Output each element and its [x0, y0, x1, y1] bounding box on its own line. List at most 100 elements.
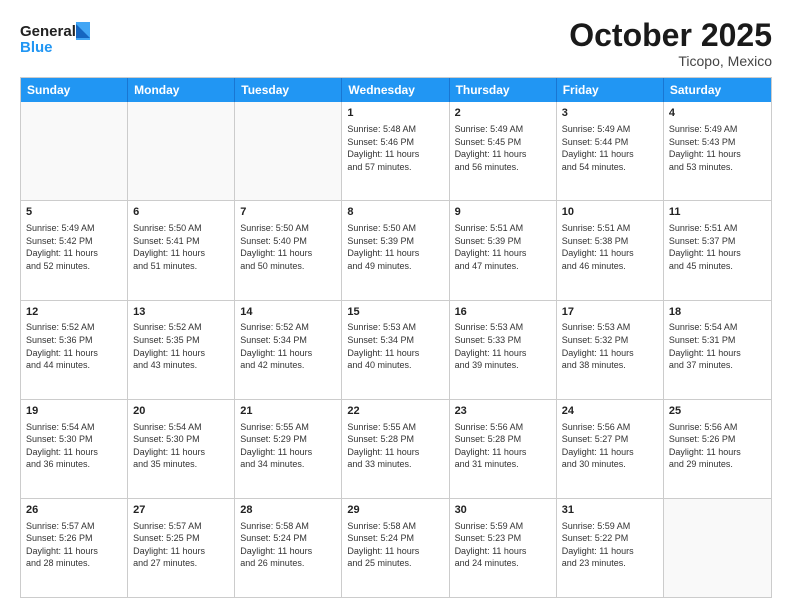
calendar-cell: 15Sunrise: 5:53 AMSunset: 5:34 PMDayligh… — [342, 301, 449, 399]
calendar-cell: 6 Sunrise: 5:50 AMSunset: 5:41 PMDaylight… — [128, 201, 235, 299]
header-day-wednesday: Wednesday — [342, 78, 449, 102]
day-number: 28 — [240, 503, 336, 518]
calendar-cell: 26 Sunrise: 5:57 AMSunset: 5:26 PMDayligh… — [21, 499, 128, 597]
day-info: Sunrise: 5:55 AMSunset: 5:28 PMDaylight:… — [347, 421, 443, 471]
calendar-header: SundayMondayTuesdayWednesdayThursdayFrid… — [21, 78, 771, 102]
day-number: 23 — [455, 404, 551, 419]
calendar-cell: 3 Sunrise: 5:49 AMSunset: 5:44 PMDaylight… — [557, 102, 664, 200]
day-number: 18 — [669, 305, 766, 320]
day-info: Sunrise: 5:51 AMSunset: 5:38 PMDaylight:… — [562, 222, 658, 272]
calendar-cell: 24 Sunrise: 5:56 AMSunset: 5:27 PMDayligh… — [557, 400, 664, 498]
day-number: 14 — [240, 305, 336, 320]
day-info: Sunrise: 5:49 AMSunset: 5:44 PMDaylight:… — [562, 123, 658, 173]
day-number: 15 — [347, 305, 443, 320]
day-number: 7 — [240, 205, 336, 220]
day-info: Sunrise: 5:52 AMSunset: 5:35 PMDaylight:… — [133, 321, 229, 371]
day-number: 8 — [347, 205, 443, 220]
day-number: 4 — [669, 106, 766, 121]
calendar-cell: 13Sunrise: 5:52 AMSunset: 5:35 PMDayligh… — [128, 301, 235, 399]
day-info: Sunrise: 5:59 AMSunset: 5:23 PMDaylight:… — [455, 520, 551, 570]
calendar-cell: 28Sunrise: 5:58 AMSunset: 5:24 PMDayligh… — [235, 499, 342, 597]
calendar-cell: 16Sunrise: 5:53 AMSunset: 5:33 PMDayligh… — [450, 301, 557, 399]
calendar-cell: 20Sunrise: 5:54 AMSunset: 5:30 PMDayligh… — [128, 400, 235, 498]
day-info: Sunrise: 5:50 AMSunset: 5:39 PMDaylight:… — [347, 222, 443, 272]
calendar-body: 1Sunrise: 5:48 AMSunset: 5:46 PMDaylight… — [21, 102, 771, 597]
calendar-week-5: 26 Sunrise: 5:57 AMSunset: 5:26 PMDayligh… — [21, 498, 771, 597]
calendar-cell: 2 Sunrise: 5:49 AMSunset: 5:45 PMDaylight… — [450, 102, 557, 200]
header-day-monday: Monday — [128, 78, 235, 102]
day-info: Sunrise: 5:52 AMSunset: 5:34 PMDaylight:… — [240, 321, 336, 371]
day-info: Sunrise: 5:51 AMSunset: 5:37 PMDaylight:… — [669, 222, 766, 272]
day-number: 9 — [455, 205, 551, 220]
day-info: Sunrise: 5:54 AMSunset: 5:31 PMDaylight:… — [669, 321, 766, 371]
month-title: October 2025 — [569, 18, 772, 53]
day-info: Sunrise: 5:51 AMSunset: 5:39 PMDaylight:… — [455, 222, 551, 272]
calendar-cell: 31 Sunrise: 5:59 AMSunset: 5:22 PMDayligh… — [557, 499, 664, 597]
calendar-cell: 11Sunrise: 5:51 AMSunset: 5:37 PMDayligh… — [664, 201, 771, 299]
svg-text:Blue: Blue — [20, 39, 53, 56]
calendar-cell: 19 Sunrise: 5:54 AMSunset: 5:30 PMDayligh… — [21, 400, 128, 498]
calendar-cell: 18Sunrise: 5:54 AMSunset: 5:31 PMDayligh… — [664, 301, 771, 399]
header-day-saturday: Saturday — [664, 78, 771, 102]
header: General Blue October 2025 Ticopo, Mexico — [20, 18, 772, 69]
day-info: Sunrise: 5:49 AMSunset: 5:42 PMDaylight:… — [26, 222, 122, 272]
day-info: Sunrise: 5:53 AMSunset: 5:34 PMDaylight:… — [347, 321, 443, 371]
day-number: 24 — [562, 404, 658, 419]
day-number: 3 — [562, 106, 658, 121]
calendar-cell: 29 Sunrise: 5:58 AMSunset: 5:24 PMDayligh… — [342, 499, 449, 597]
calendar-week-1: 1Sunrise: 5:48 AMSunset: 5:46 PMDaylight… — [21, 102, 771, 200]
calendar-cell: 22Sunrise: 5:55 AMSunset: 5:28 PMDayligh… — [342, 400, 449, 498]
calendar-cell: 8 Sunrise: 5:50 AMSunset: 5:39 PMDaylight… — [342, 201, 449, 299]
day-info: Sunrise: 5:52 AMSunset: 5:36 PMDaylight:… — [26, 321, 122, 371]
day-info: Sunrise: 5:56 AMSunset: 5:27 PMDaylight:… — [562, 421, 658, 471]
calendar-cell: 12Sunrise: 5:52 AMSunset: 5:36 PMDayligh… — [21, 301, 128, 399]
day-info: Sunrise: 5:58 AMSunset: 5:24 PMDaylight:… — [347, 520, 443, 570]
calendar-cell: 17Sunrise: 5:53 AMSunset: 5:32 PMDayligh… — [557, 301, 664, 399]
day-number: 29 — [347, 503, 443, 518]
header-day-sunday: Sunday — [21, 78, 128, 102]
day-number: 5 — [26, 205, 122, 220]
day-info: Sunrise: 5:54 AMSunset: 5:30 PMDaylight:… — [26, 421, 122, 471]
calendar-cell: 7 Sunrise: 5:50 AMSunset: 5:40 PMDaylight… — [235, 201, 342, 299]
day-number: 2 — [455, 106, 551, 121]
day-number: 19 — [26, 404, 122, 419]
logo-svg: General Blue — [20, 18, 100, 62]
day-number: 25 — [669, 404, 766, 419]
day-info: Sunrise: 5:48 AMSunset: 5:46 PMDaylight:… — [347, 123, 443, 173]
day-info: Sunrise: 5:49 AMSunset: 5:45 PMDaylight:… — [455, 123, 551, 173]
day-number: 30 — [455, 503, 551, 518]
calendar-cell: 21 Sunrise: 5:55 AMSunset: 5:29 PMDayligh… — [235, 400, 342, 498]
calendar-cell: 14Sunrise: 5:52 AMSunset: 5:34 PMDayligh… — [235, 301, 342, 399]
calendar-cell: 1Sunrise: 5:48 AMSunset: 5:46 PMDaylight… — [342, 102, 449, 200]
calendar-week-2: 5 Sunrise: 5:49 AMSunset: 5:42 PMDaylight… — [21, 200, 771, 299]
calendar-cell: 30 Sunrise: 5:59 AMSunset: 5:23 PMDayligh… — [450, 499, 557, 597]
day-info: Sunrise: 5:50 AMSunset: 5:40 PMDaylight:… — [240, 222, 336, 272]
day-info: Sunrise: 5:55 AMSunset: 5:29 PMDaylight:… — [240, 421, 336, 471]
calendar-cell: 5 Sunrise: 5:49 AMSunset: 5:42 PMDaylight… — [21, 201, 128, 299]
logo: General Blue — [20, 18, 100, 67]
calendar-cell — [235, 102, 342, 200]
page: General Blue October 2025 Ticopo, Mexico… — [0, 0, 792, 612]
day-number: 21 — [240, 404, 336, 419]
calendar-cell — [128, 102, 235, 200]
day-number: 17 — [562, 305, 658, 320]
title-block: October 2025 Ticopo, Mexico — [569, 18, 772, 69]
day-number: 20 — [133, 404, 229, 419]
calendar-cell: 23Sunrise: 5:56 AMSunset: 5:28 PMDayligh… — [450, 400, 557, 498]
day-number: 27 — [133, 503, 229, 518]
calendar: SundayMondayTuesdayWednesdayThursdayFrid… — [20, 77, 772, 598]
day-number: 31 — [562, 503, 658, 518]
day-number: 16 — [455, 305, 551, 320]
day-number: 6 — [133, 205, 229, 220]
calendar-week-3: 12Sunrise: 5:52 AMSunset: 5:36 PMDayligh… — [21, 300, 771, 399]
day-number: 13 — [133, 305, 229, 320]
day-info: Sunrise: 5:49 AMSunset: 5:43 PMDaylight:… — [669, 123, 766, 173]
day-info: Sunrise: 5:53 AMSunset: 5:33 PMDaylight:… — [455, 321, 551, 371]
calendar-cell — [664, 499, 771, 597]
calendar-cell: 10Sunrise: 5:51 AMSunset: 5:38 PMDayligh… — [557, 201, 664, 299]
day-info: Sunrise: 5:59 AMSunset: 5:22 PMDaylight:… — [562, 520, 658, 570]
header-day-tuesday: Tuesday — [235, 78, 342, 102]
day-number: 26 — [26, 503, 122, 518]
day-info: Sunrise: 5:50 AMSunset: 5:41 PMDaylight:… — [133, 222, 229, 272]
day-info: Sunrise: 5:57 AMSunset: 5:26 PMDaylight:… — [26, 520, 122, 570]
